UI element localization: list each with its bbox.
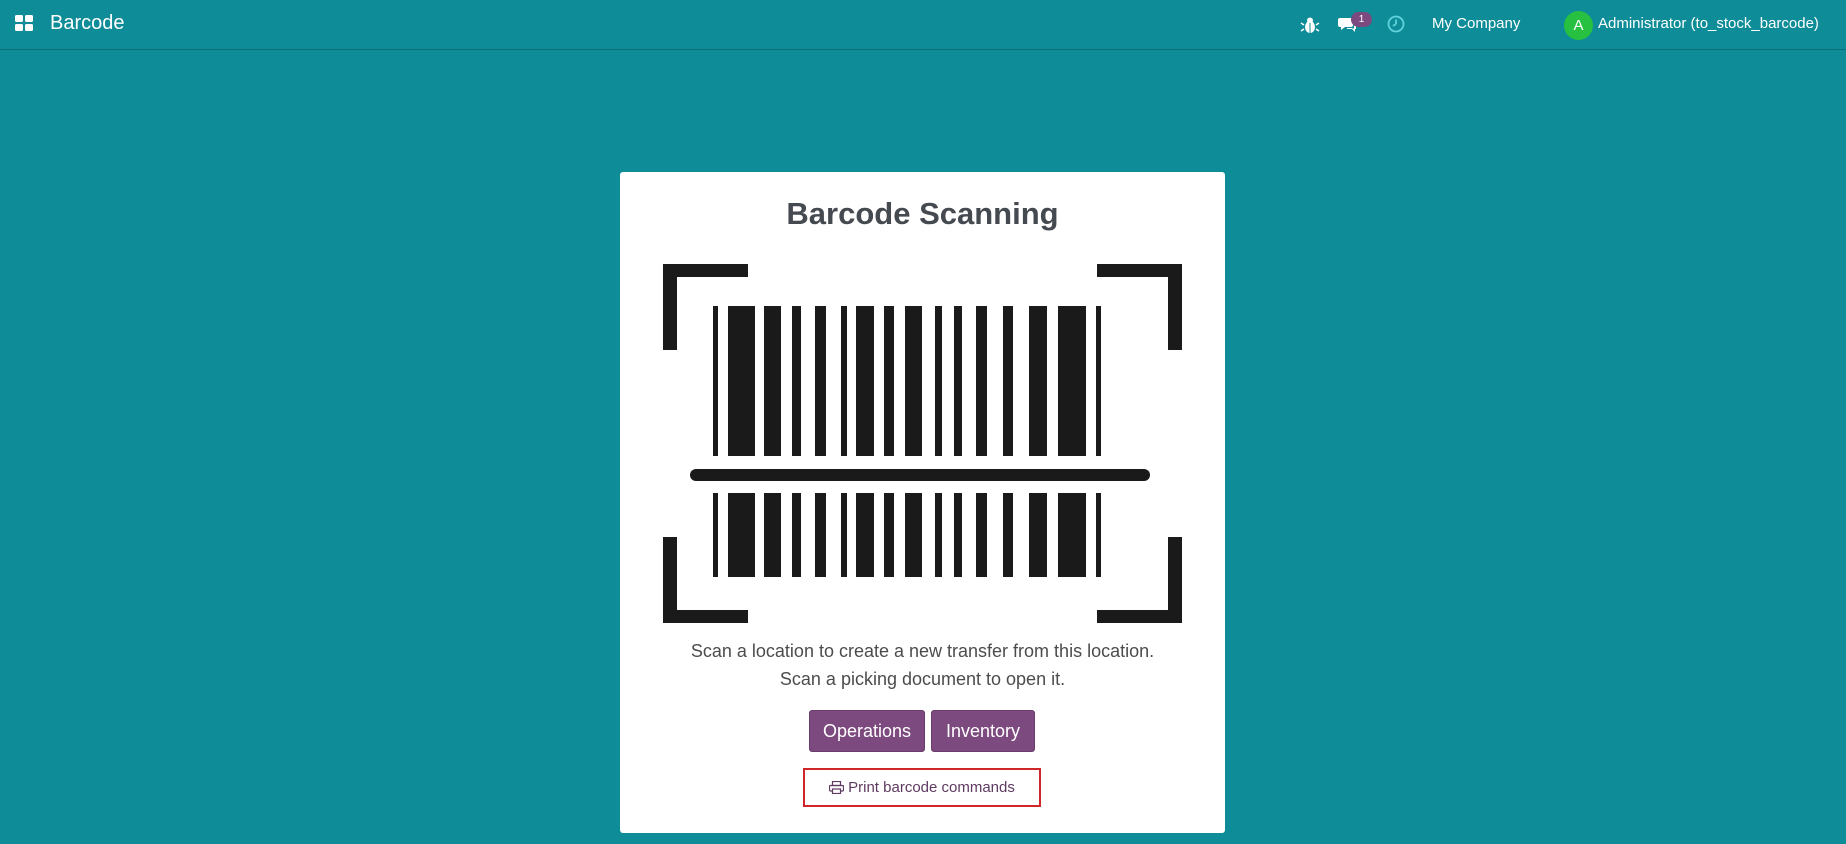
scan-location-message: Scan a location to create a new transfer…: [690, 641, 1155, 661]
barcode-bar: [1058, 306, 1086, 456]
barcode-bar: [1058, 493, 1086, 577]
top-navbar: Barcode 1 My Company A Administrator (to…: [0, 0, 1846, 50]
barcode-scan-illustration: [663, 264, 1182, 623]
user-menu[interactable]: Administrator (to_stock_barcode): [1598, 15, 1819, 32]
apps-menu-icon[interactable]: [15, 15, 33, 33]
barcode-bar: [856, 493, 874, 577]
barcode-bar: [713, 306, 718, 456]
company-switcher[interactable]: My Company: [1432, 15, 1520, 32]
barcode-bar: [856, 306, 874, 456]
barcode-bar: [841, 493, 847, 577]
clock-icon[interactable]: [1387, 15, 1405, 33]
bug-icon[interactable]: [1300, 15, 1320, 35]
barcode-bar: [792, 493, 801, 577]
print-link-label: Print barcode commands: [848, 779, 1015, 796]
barcode-bar: [884, 493, 894, 577]
barcode-bar: [764, 306, 781, 456]
barcode-bar: [976, 306, 987, 456]
app-title[interactable]: Barcode: [50, 12, 125, 35]
barcode-bar: [728, 306, 755, 456]
barcode-bar: [1029, 493, 1047, 577]
operations-button[interactable]: Operations: [809, 710, 925, 752]
barcode-scanning-card: Barcode Scanning Scan a location to crea…: [620, 172, 1225, 833]
card-title: Barcode Scanning: [786, 196, 1059, 231]
barcode-bar: [954, 493, 962, 577]
print-barcode-commands-link[interactable]: Print barcode commands: [803, 768, 1041, 807]
barcode-bar: [841, 306, 847, 456]
barcode-bar: [884, 306, 894, 456]
scan-picking-message: Scan a picking document to open it.: [779, 669, 1066, 689]
barcode-bar: [728, 493, 755, 577]
barcode-bar: [935, 306, 942, 456]
barcode-bar: [815, 306, 826, 456]
printer-icon: [829, 780, 845, 795]
barcode-bar: [954, 306, 962, 456]
barcode-bar: [905, 306, 922, 456]
barcode-bar: [1003, 493, 1013, 577]
barcode-bar: [1003, 306, 1013, 456]
barcode-bar: [792, 306, 801, 456]
barcode-bar: [1029, 306, 1047, 456]
barcode-bar: [935, 493, 942, 577]
barcode-bar: [815, 493, 826, 577]
user-avatar[interactable]: A: [1564, 11, 1593, 40]
barcode-bar: [713, 493, 718, 577]
barcode-bar: [905, 493, 922, 577]
barcode-bar: [1096, 306, 1101, 456]
barcode-bar: [764, 493, 781, 577]
barcode-bar: [1096, 493, 1101, 577]
barcode-bar: [976, 493, 987, 577]
messages-count-badge: 1: [1351, 12, 1372, 27]
inventory-button[interactable]: Inventory: [931, 710, 1035, 752]
